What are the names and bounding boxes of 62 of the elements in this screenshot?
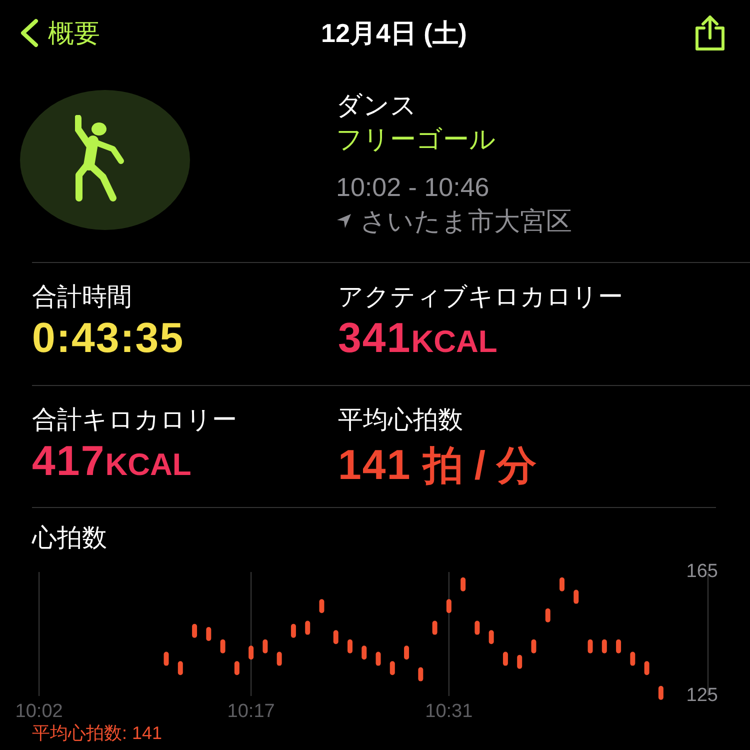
workout-location: さいたま市大宮区 <box>360 205 572 238</box>
heart-rate-mark <box>290 624 296 638</box>
stat-unit: 拍 / 分 <box>423 443 537 490</box>
heart-rate-mark <box>474 620 480 635</box>
stat-label: アクティブキロカロリー <box>338 282 624 313</box>
heart-rate-mark <box>560 577 564 592</box>
axis-label: 165 <box>686 562 718 582</box>
heart-rate-mark <box>488 630 494 644</box>
heart-rate-mark <box>588 639 593 654</box>
heart-rate-mark <box>517 654 522 669</box>
heart-rate-mark <box>446 599 452 614</box>
heart-rate-mark <box>362 646 367 660</box>
heart-rate-mark <box>333 630 338 644</box>
stat-label: 平均心拍数 <box>338 405 464 436</box>
workout-goal: フリーゴール <box>336 123 497 156</box>
heart-rate-mark <box>658 686 664 700</box>
heart-rate-mark <box>348 639 352 654</box>
heart-rate-mark <box>616 639 622 654</box>
workout-type: ダンス <box>336 89 418 122</box>
stat-value: 0:43:35 <box>32 313 184 363</box>
axis-label: 10:02 <box>15 702 63 721</box>
axis-label: 125 <box>686 686 718 706</box>
heart-rate-mark <box>276 652 282 666</box>
stat-label: 合計時間 <box>32 282 133 313</box>
axis-label: 10:31 <box>425 702 473 721</box>
heart-rate-mark <box>531 639 536 654</box>
stat-unit: KCAL <box>411 323 498 361</box>
axis-label: 10:17 <box>227 702 275 721</box>
page-title: 12月4日 (土) <box>321 16 467 50</box>
heart-rate-mark <box>178 661 183 676</box>
heart-rate-mark <box>164 652 169 666</box>
heart-rate-mark <box>418 667 424 682</box>
heart-rate-mark <box>574 590 579 604</box>
heart-rate-mark <box>602 639 607 654</box>
location-arrow-icon <box>336 213 352 229</box>
stat-label: 合計キロカロリー <box>32 405 238 436</box>
heart-rate-mark <box>460 577 466 592</box>
workout-time: 10:02 - 10:46 <box>336 171 490 204</box>
heart-rate-mark <box>319 599 324 614</box>
stat-value: 341 <box>338 313 412 363</box>
heart-rate-mark <box>206 627 212 641</box>
heart-rate-mark <box>644 661 650 676</box>
heart-rate-mark <box>502 652 508 666</box>
stat-value: 141 <box>338 440 412 490</box>
chevron-left-icon <box>18 18 40 48</box>
heart-rate-mark <box>220 639 226 654</box>
heart-rate-mark <box>545 608 550 622</box>
heart-rate-mark <box>248 646 254 660</box>
stat-value: 417 <box>32 436 106 486</box>
chart-title: 心拍数 <box>32 523 107 554</box>
heart-rate-mark <box>404 646 410 660</box>
heart-rate-mark <box>262 639 268 654</box>
average-heart-rate: 平均心拍数: 141 <box>32 722 164 744</box>
heart-rate-mark <box>630 652 636 666</box>
heart-rate-mark <box>390 661 395 676</box>
heart-rate-mark <box>305 620 310 635</box>
heart-rate-mark <box>432 620 438 635</box>
heart-rate-mark <box>192 624 198 638</box>
back-button[interactable]: 概要 <box>18 14 100 52</box>
heart-rate-mark <box>376 652 381 666</box>
heart-rate-mark <box>234 661 240 676</box>
stat-unit: KCAL <box>105 446 192 484</box>
